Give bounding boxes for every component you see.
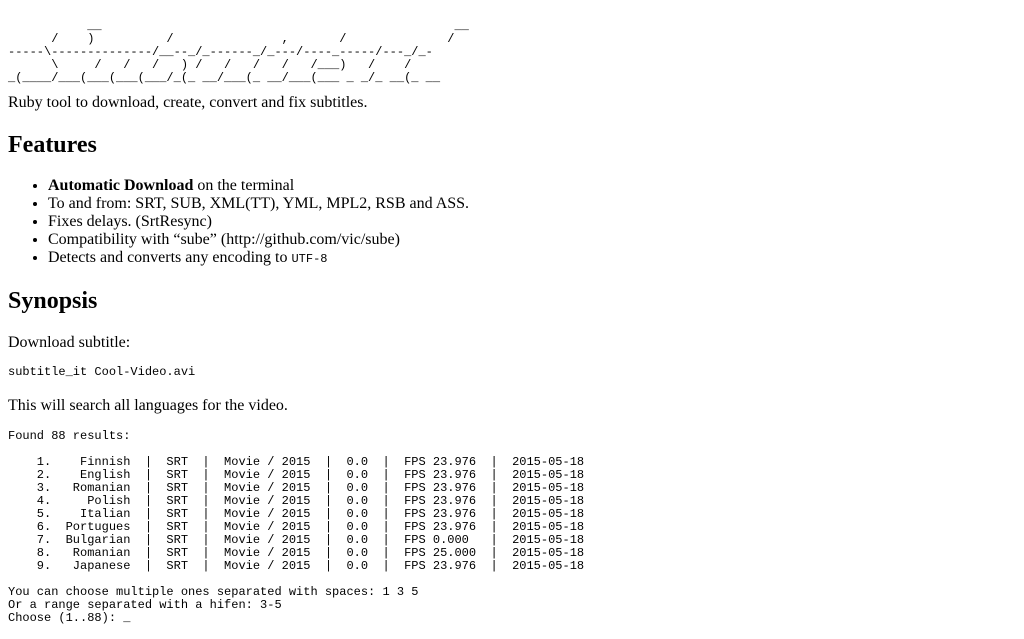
ascii-art-banner: __ __ / ) / , / / -----\--------------/_… (8, 20, 469, 85)
output-line: 9. Japanese | SRT | Movie / 2015 | 0.0 |… (36, 559, 585, 573)
output-line: Or a range separated with a hifen: 3-5 (8, 598, 282, 612)
feature-item-delays: Fixes delays. (SrtResync) (48, 213, 469, 231)
features-heading: Features (8, 132, 97, 158)
synopsis-heading: Synopsis (8, 288, 98, 314)
banner-line: -----\--------------/__--_/_------_/_---… (8, 45, 433, 59)
output-line: 2. English | SRT | Movie / 2015 | 0.0 | … (36, 468, 585, 482)
feature-strong: Automatic Download (48, 177, 194, 194)
banner-line: __ __ (87, 19, 469, 33)
feature-text: Detects and converts any encoding to (48, 249, 292, 266)
output-line: 3. Romanian | SRT | Movie / 2015 | 0.0 |… (36, 481, 585, 495)
output-line: Found 88 results: (8, 429, 131, 443)
feature-text: To and from: SRT, SUB, XML(TT), YML, MPL… (48, 195, 470, 212)
features-list: Automatic Download on the terminal To an… (8, 177, 469, 268)
output-line: 7. Bulgarian | SRT | Movie / 2015 | 0.0 … (36, 533, 585, 547)
output-line: 4. Polish | SRT | Movie / 2015 | 0.0 | F… (36, 494, 585, 508)
output-line: You can choose multiple ones separated w… (8, 585, 419, 599)
search-note: This will search all languages for the v… (8, 397, 288, 414)
banner-line: / ) / , / / (51, 32, 455, 46)
intro-text: Ruby tool to download, create, convert a… (8, 94, 368, 111)
output-line: Choose (1..88): _ (8, 611, 131, 625)
download-label: Download subtitle: (8, 334, 131, 351)
feature-text: on the terminal (193, 177, 295, 194)
feature-item-encoding: Detects and converts any encoding to UTF… (48, 249, 469, 268)
feature-text: Fixes delays. (SrtResync) (48, 213, 212, 230)
output-line: 5. Italian | SRT | Movie / 2015 | 0.0 | … (36, 507, 585, 521)
output-line: 8. Romanian | SRT | Movie / 2015 | 0.0 |… (36, 546, 585, 560)
feature-item-automatic-download: Automatic Download on the terminal (48, 177, 469, 195)
banner-line: \ / / / ) / / / / /___) / / (51, 58, 412, 72)
output-line: 1. Finnish | SRT | Movie / 2015 | 0.0 | … (36, 455, 585, 469)
feature-item-sube: Compatibility with “sube” (http://github… (48, 231, 469, 249)
encoding-code: UTF-8 (291, 252, 328, 266)
feature-text: Compatibility with “sube” (http://github… (48, 231, 400, 248)
feature-item-formats: To and from: SRT, SUB, XML(TT), YML, MPL… (48, 195, 469, 213)
command-example: subtitle_it Cool-Video.avi (8, 365, 196, 379)
results-output: Found 88 results: 1. Finnish | SRT | Mov… (8, 430, 584, 625)
output-line: 6. Portugues | SRT | Movie / 2015 | 0.0 … (36, 520, 585, 534)
banner-line: _(____/___(___(___(___/_(_ __/___(_ __/_… (8, 71, 441, 85)
